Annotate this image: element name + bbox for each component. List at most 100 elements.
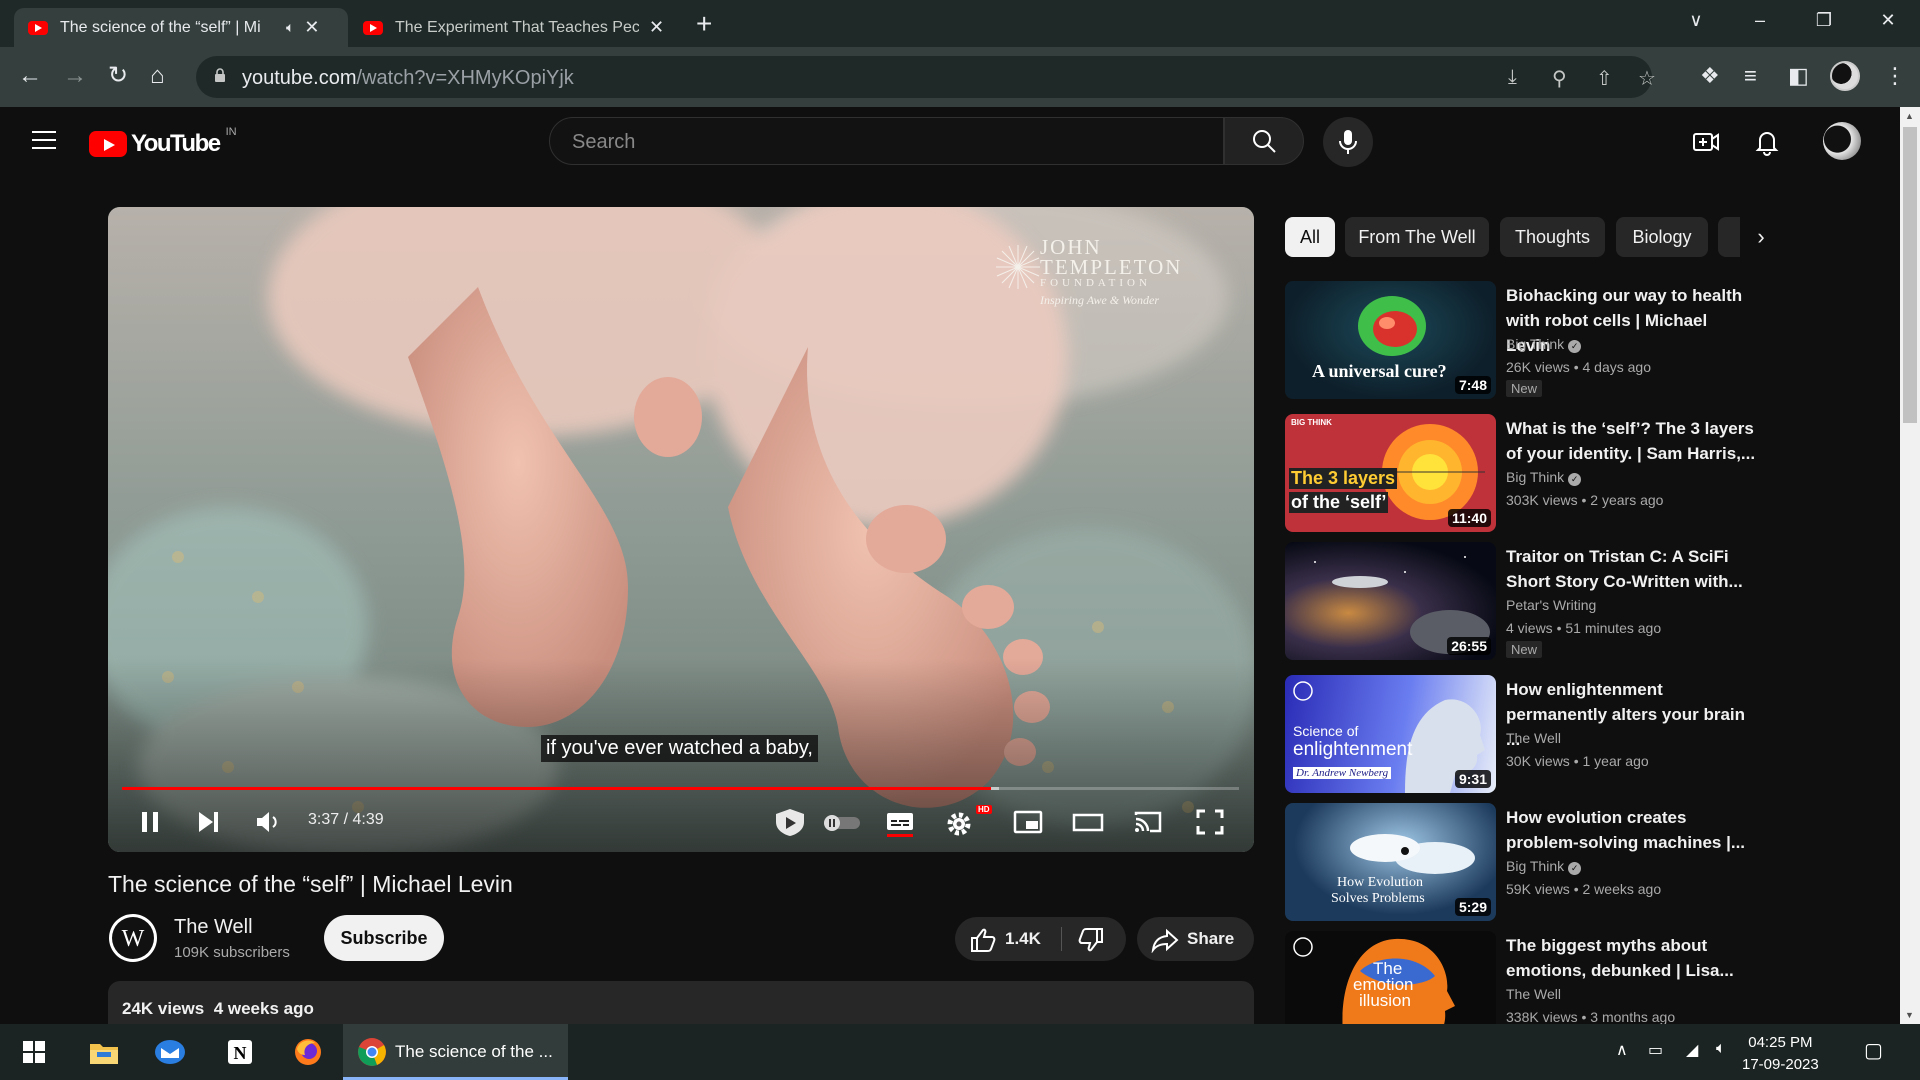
- recommendation-item[interactable]: 26:55 Traitor on Tristan C: A SciFi Shor…: [1285, 542, 1845, 664]
- channel-avatar[interactable]: W: [109, 914, 157, 962]
- wifi-icon[interactable]: ◢: [1686, 1040, 1698, 1060]
- extensions-puzzle-icon[interactable]: ❖: [1700, 63, 1720, 89]
- speaker-muted-icon[interactable]: 🔈︎: [286, 19, 294, 36]
- share-page-icon[interactable]: ⇧: [1596, 66, 1613, 91]
- volume-tray-icon[interactable]: 🔈︎: [1716, 1040, 1726, 1058]
- tab-search-chevron-icon[interactable]: ∨: [1664, 0, 1728, 40]
- search-input[interactable]: Search: [549, 117, 1224, 165]
- search-button[interactable]: [1224, 117, 1304, 165]
- create-video-icon[interactable]: [1691, 127, 1721, 157]
- settings-gear-icon[interactable]: [944, 807, 976, 837]
- video-thumbnail[interactable]: BIG THINK The 3 layers of the ‘self’ 11:…: [1285, 414, 1496, 532]
- battery-icon[interactable]: ▭: [1648, 1040, 1663, 1060]
- file-explorer-icon[interactable]: [84, 1032, 124, 1072]
- subtitles-icon[interactable]: [884, 807, 916, 837]
- channel-name[interactable]: The Well: [174, 916, 253, 939]
- recommendation-title[interactable]: Traitor on Tristan C: A SciFi Short Stor…: [1506, 544, 1756, 594]
- browser-tab-active[interactable]: The science of the “self” | Mi 🔈︎ ✕: [14, 8, 348, 47]
- cast-icon[interactable]: [1132, 807, 1164, 837]
- recommendation-item[interactable]: BIG THINK The 3 layers of the ‘self’ 11:…: [1285, 414, 1845, 536]
- chip-thoughts[interactable]: Thoughts: [1500, 217, 1605, 257]
- voice-search-button[interactable]: [1323, 117, 1373, 167]
- recommendation-title[interactable]: What is the ‘self’? The 3 layers of your…: [1506, 416, 1756, 466]
- autoplay-toggle[interactable]: [820, 807, 864, 837]
- scroll-up-arrow-icon[interactable]: ▲: [1905, 111, 1914, 121]
- recommendation-channel[interactable]: Big Think ✓: [1506, 336, 1582, 353]
- recommendation-title[interactable]: The biggest myths about emotions, debunk…: [1506, 933, 1756, 983]
- tray-overflow-chevron-icon[interactable]: ∧: [1616, 1040, 1628, 1060]
- recommendation-channel[interactable]: Big Think ✓: [1506, 469, 1582, 486]
- scroll-down-arrow-icon[interactable]: ▼: [1905, 1010, 1914, 1020]
- video-thumbnail[interactable]: The emotion illusion: [1285, 931, 1496, 1024]
- system-clock[interactable]: 04:25 PM 17-09-2023: [1742, 1032, 1819, 1076]
- like-thumb-icon[interactable]: [969, 927, 997, 953]
- dislike-thumb-icon[interactable]: [1077, 927, 1105, 953]
- youtube-logo[interactable]: YouTube IN: [89, 126, 237, 158]
- recommendation-channel[interactable]: The Well: [1506, 986, 1561, 1002]
- chips-next-chevron-icon[interactable]: ›: [1741, 217, 1781, 257]
- volume-icon[interactable]: [252, 807, 284, 837]
- account-avatar[interactable]: [1823, 122, 1861, 160]
- new-badge: New: [1506, 380, 1543, 397]
- video-thumbnail[interactable]: A universal cure? 7:48: [1285, 281, 1496, 399]
- miniplayer-icon[interactable]: [1012, 807, 1044, 837]
- recommendation-item[interactable]: The emotion illusion The biggest myths a…: [1285, 931, 1845, 1024]
- back-arrow-icon[interactable]: ←: [18, 61, 42, 91]
- recommendation-channel[interactable]: Big Think ✓: [1506, 858, 1582, 875]
- share-button[interactable]: Share: [1137, 917, 1254, 961]
- close-tab-icon[interactable]: ✕: [304, 17, 319, 38]
- notifications-center-icon[interactable]: ▢: [1864, 1038, 1883, 1063]
- pause-icon[interactable]: [134, 807, 166, 837]
- recommendation-channel[interactable]: Petar's Writing: [1506, 597, 1596, 613]
- next-video-icon[interactable]: [192, 807, 224, 837]
- chip-biology[interactable]: Biology: [1616, 217, 1708, 257]
- ad-shield-extension-icon[interactable]: [770, 807, 810, 837]
- side-panel-icon[interactable]: ◧: [1788, 63, 1809, 89]
- close-tab-icon[interactable]: ✕: [649, 17, 664, 38]
- fullscreen-icon[interactable]: [1194, 807, 1226, 837]
- new-tab-button[interactable]: +: [696, 9, 712, 39]
- video-thumbnail[interactable]: How Evolution Solves Problems 5:29: [1285, 803, 1496, 921]
- video-thumbnail[interactable]: 26:55: [1285, 542, 1496, 660]
- browser-tab-2[interactable]: The Experiment That Teaches Pec ✕: [349, 8, 679, 47]
- restore-button[interactable]: ❐: [1792, 0, 1856, 40]
- windows-start-icon[interactable]: [14, 1032, 54, 1072]
- address-bar[interactable]: youtube.com/watch?v=XHMyKOpiYjk ⤓ ⚲ ⇧ ☆: [196, 56, 1656, 98]
- chip-from-the-well[interactable]: From The Well: [1345, 217, 1489, 257]
- bookmark-star-icon[interactable]: ☆: [1638, 66, 1656, 91]
- recommendation-meta: 4 views • 51 minutes ago: [1506, 620, 1662, 636]
- page-scrollbar[interactable]: ▲ ▼: [1900, 107, 1920, 1024]
- guide-menu-icon[interactable]: [32, 131, 56, 149]
- recommendation-title[interactable]: How evolution creates problem-solving ma…: [1506, 805, 1756, 855]
- theater-mode-icon[interactable]: [1072, 807, 1104, 837]
- email-app-icon[interactable]: [150, 1032, 190, 1072]
- install-app-icon[interactable]: ⤓: [1508, 66, 1517, 89]
- close-window-button[interactable]: ✕: [1856, 0, 1920, 40]
- chip-partial[interactable]: [1718, 217, 1740, 257]
- firefox-icon[interactable]: [288, 1032, 328, 1072]
- notifications-bell-icon[interactable]: [1752, 127, 1782, 157]
- reload-icon[interactable]: ↻: [108, 61, 128, 91]
- recommendation-item[interactable]: How Evolution Solves Problems 5:29 How e…: [1285, 803, 1845, 925]
- chip-all[interactable]: All: [1285, 217, 1335, 257]
- notion-icon[interactable]: N: [220, 1032, 260, 1072]
- browser-profile-avatar[interactable]: [1830, 61, 1860, 91]
- progress-bar[interactable]: [122, 787, 1239, 790]
- recommendation-item[interactable]: A universal cure? 7:48 Biohacking our wa…: [1285, 281, 1845, 403]
- forward-arrow-icon[interactable]: →: [63, 61, 87, 91]
- browser-toolbar: ← → ↻ ⌂ youtube.com/watch?v=XHMyKOpiYjk …: [0, 47, 1920, 107]
- media-queue-icon[interactable]: ≡: [1744, 63, 1757, 89]
- scrollbar-thumb[interactable]: [1903, 127, 1917, 423]
- verified-check-icon: ✓: [1568, 862, 1582, 875]
- video-thumbnail[interactable]: Science of enlightenment Dr. Andrew Newb…: [1285, 675, 1496, 793]
- minimize-button[interactable]: –: [1728, 0, 1792, 40]
- taskbar-chrome-window[interactable]: The science of the ...: [343, 1024, 568, 1080]
- recommendation-item[interactable]: Science of enlightenment Dr. Andrew Newb…: [1285, 675, 1845, 797]
- zoom-icon[interactable]: ⚲: [1552, 66, 1567, 91]
- chrome-menu-icon[interactable]: ⋮: [1884, 63, 1906, 89]
- video-player[interactable]: JOHN TEMPLETON FOUNDATION Inspiring Awe …: [108, 207, 1254, 852]
- description-box[interactable]: 24K views 4 weeks ago: [108, 981, 1254, 1026]
- subscribe-button[interactable]: Subscribe: [324, 915, 444, 961]
- home-icon[interactable]: ⌂: [150, 61, 165, 91]
- recommendation-channel[interactable]: The Well: [1506, 730, 1561, 746]
